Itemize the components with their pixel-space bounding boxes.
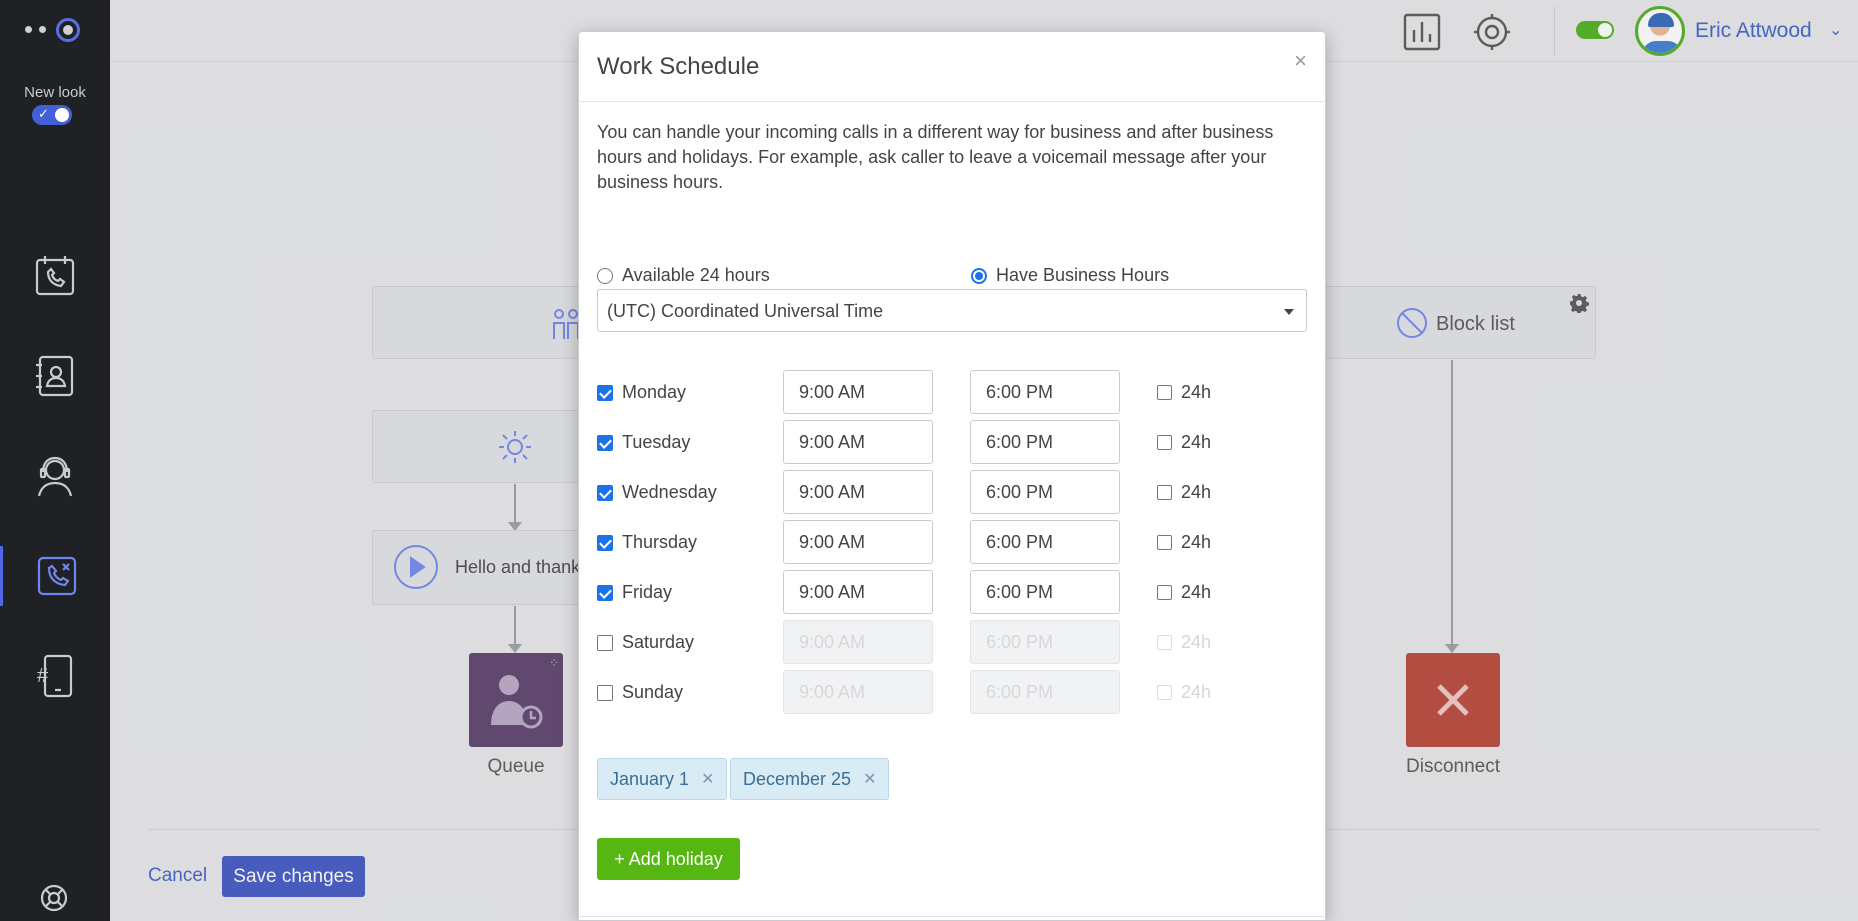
end-time-input[interactable]: 6:00 PM [970, 420, 1120, 464]
end-time-input[interactable]: 6:00 PM [970, 470, 1120, 514]
day-checkbox[interactable] [597, 385, 613, 401]
start-time-input: 9:00 AM [783, 620, 933, 664]
day-row-wednesday: Wednesday 9:00 AM 6:00 PM 24h [597, 470, 1307, 514]
end-time-input[interactable]: 6:00 PM [970, 570, 1120, 614]
day-checkbox[interactable] [597, 535, 613, 551]
numbers-icon: # [37, 654, 73, 698]
close-icon[interactable]: × [1294, 48, 1307, 74]
svg-text:#: # [37, 665, 49, 687]
end-time-input: 6:00 PM [970, 670, 1120, 714]
contacts-icon [36, 355, 74, 397]
start-time-input[interactable]: 9:00 AM [783, 570, 933, 614]
all-day-label: 24h [1181, 632, 1212, 652]
all-day-checkbox [1157, 635, 1172, 650]
day-label: Thursday [622, 532, 698, 552]
day-checkbox[interactable] [597, 585, 613, 601]
holiday-tag: December 25 ✕ [730, 758, 890, 800]
start-time-input[interactable]: 9:00 AM [783, 420, 933, 464]
day-checkbox[interactable] [597, 635, 613, 651]
timezone-select[interactable]: (UTC) Coordinated Universal Time [597, 289, 1307, 332]
check-icon: ✓ [38, 106, 49, 121]
modal-header: Work Schedule × [579, 32, 1325, 102]
radio-label: Available 24 hours [622, 265, 770, 285]
all-day-label: 24h [1181, 482, 1212, 502]
holiday-label: December 25 [743, 768, 852, 789]
all-day-label: 24h [1181, 582, 1212, 602]
all-day-label: 24h [1181, 532, 1212, 552]
holiday-tag: January 1 ✕ [597, 758, 728, 800]
calls-icon [35, 256, 75, 296]
day-row-sunday: Sunday 9:00 AM 6:00 PM 24h [597, 670, 1307, 714]
help-icon[interactable] [38, 882, 70, 914]
all-day-checkbox[interactable] [1157, 535, 1172, 550]
modal-title: Work Schedule [597, 53, 760, 80]
day-row-tuesday: Tuesday 9:00 AM 6:00 PM 24h [597, 420, 1307, 464]
sidebar: New look ✓ # [0, 0, 110, 921]
end-time-input[interactable]: 6:00 PM [970, 520, 1120, 564]
new-look-toggle[interactable]: ✓ [32, 105, 72, 125]
radio-button[interactable] [971, 267, 987, 284]
day-label: Saturday [622, 632, 695, 652]
logo-ring [56, 18, 80, 42]
all-day-label: 24h [1181, 432, 1212, 452]
agent-icon [37, 456, 73, 497]
timezone-value: (UTC) Coordinated Universal Time [607, 301, 884, 321]
day-label: Wednesday [622, 482, 717, 502]
call-flow-icon [37, 556, 76, 596]
logo-dot [25, 26, 32, 33]
all-day-checkbox[interactable] [1157, 435, 1172, 450]
new-look-label: New look [24, 84, 86, 101]
all-day-checkbox[interactable] [1157, 385, 1172, 400]
day-checkbox[interactable] [597, 485, 613, 501]
add-holiday-button[interactable]: + Add holiday [597, 838, 740, 880]
all-day-label: 24h [1181, 682, 1212, 702]
start-time-input[interactable]: 9:00 AM [783, 520, 933, 564]
remove-icon[interactable]: ✕ [701, 769, 714, 789]
modal-footer-divider [579, 916, 1325, 917]
toggle-knob [55, 108, 69, 122]
remove-icon[interactable]: ✕ [863, 769, 876, 789]
day-checkbox[interactable] [597, 435, 613, 451]
intro-text: You can handle your incoming calls in a … [597, 122, 1274, 192]
logo[interactable] [22, 16, 88, 42]
all-day-checkbox[interactable] [1157, 585, 1172, 600]
end-time-input[interactable]: 6:00 PM [970, 370, 1120, 414]
nav-contacts[interactable] [0, 346, 110, 406]
radio-available-24h[interactable]: Available 24 hours [597, 265, 770, 286]
all-day-checkbox [1157, 685, 1172, 700]
day-label: Sunday [622, 682, 684, 702]
holiday-label: January 1 [610, 768, 690, 789]
nav-call-flow[interactable] [0, 546, 110, 606]
nav-numbers[interactable]: # [0, 646, 110, 706]
work-schedule-modal: Work Schedule × You can handle your inco… [578, 31, 1326, 921]
day-checkbox[interactable] [597, 685, 613, 701]
radio-business-hours[interactable]: Have Business Hours [971, 265, 1169, 286]
nav-agents[interactable] [0, 446, 110, 506]
caret-down-icon [1284, 309, 1294, 315]
day-row-saturday: Saturday 9:00 AM 6:00 PM 24h [597, 620, 1307, 664]
start-time-input[interactable]: 9:00 AM [783, 370, 933, 414]
radio-label: Have Business Hours [996, 265, 1170, 285]
all-day-label: 24h [1181, 382, 1212, 402]
all-day-checkbox[interactable] [1157, 485, 1172, 500]
nav-calls[interactable] [0, 246, 110, 306]
day-label: Monday [622, 382, 687, 402]
day-row-friday: Friday 9:00 AM 6:00 PM 24h [597, 570, 1307, 614]
day-label: Friday [622, 582, 673, 602]
day-row-monday: Monday 9:00 AM 6:00 PM 24h [597, 370, 1307, 414]
start-time-input[interactable]: 9:00 AM [783, 470, 933, 514]
start-time-input: 9:00 AM [783, 670, 933, 714]
end-time-input: 6:00 PM [970, 620, 1120, 664]
day-label: Tuesday [622, 432, 691, 452]
logo-dot [39, 26, 46, 33]
radio-button[interactable] [597, 267, 613, 284]
day-row-thursday: Thursday 9:00 AM 6:00 PM 24h [597, 520, 1307, 564]
